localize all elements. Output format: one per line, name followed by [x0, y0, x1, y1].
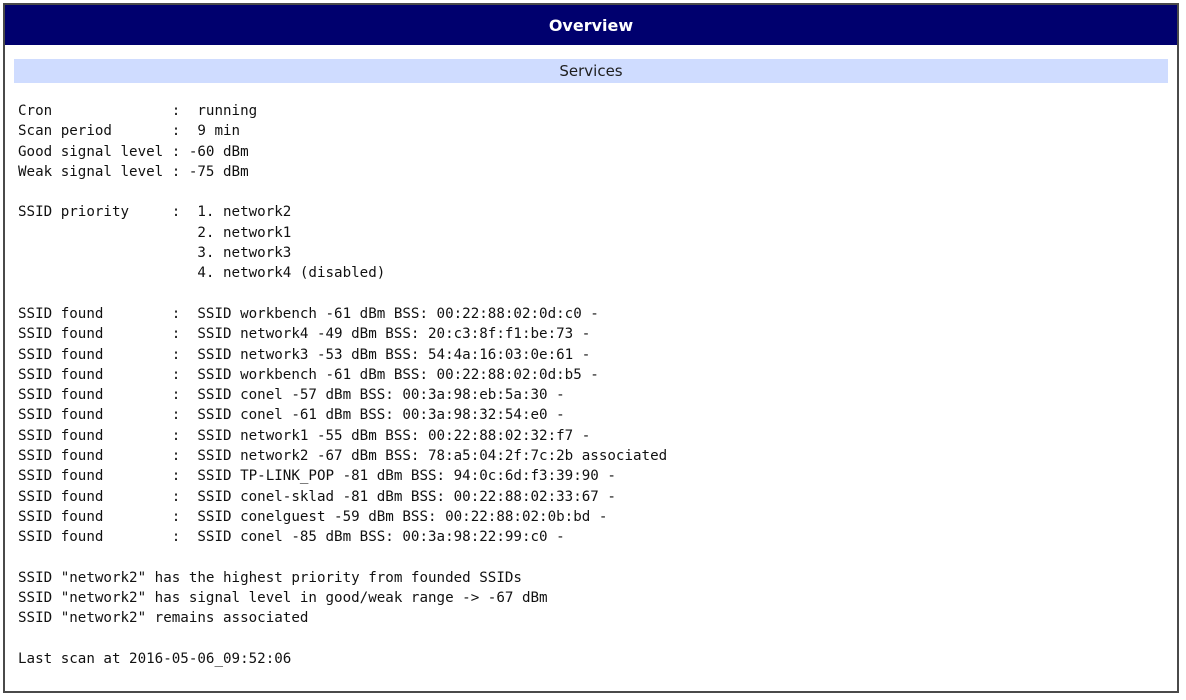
- log-line-cron: Cron : running: [18, 103, 258, 119]
- log-line-ssid-found: SSID found : SSID workbench -61 dBm BSS:…: [18, 366, 599, 383]
- log-line-ssid-found: SSID found : SSID conel -57 dBm BSS: 00:…: [18, 387, 565, 404]
- log-line-ssid-priority: 2. network1: [18, 224, 292, 241]
- window-title: Overview: [5, 5, 1177, 45]
- log-line-ssid-found: SSID found : SSID conel -61 dBm BSS: 00:…: [18, 407, 565, 424]
- log-line-summary: SSID "network2" remains associated: [18, 610, 309, 627]
- log-line-ssid-found: SSID found : SSID TP-LINK_POP -81 dBm BS…: [18, 468, 616, 485]
- log-line-ssid-priority: 4. network4 (disabled): [18, 265, 386, 282]
- log-line-good-signal: Good signal level : -60 dBm: [18, 143, 249, 160]
- status-log: Cron : running Scan period : 9 min Good …: [5, 83, 1177, 669]
- log-line-ssid-found: SSID found : SSID network4 -49 dBm BSS: …: [18, 326, 591, 343]
- log-line-ssid-priority: SSID priority : 1. network2: [18, 204, 292, 221]
- log-line-summary: SSID "network2" has signal level in good…: [18, 590, 548, 607]
- log-line-ssid-found: SSID found : SSID conelguest -59 dBm BSS…: [18, 508, 608, 525]
- log-line-ssid-found: SSID found : SSID conel-sklad -81 dBm BS…: [18, 488, 616, 505]
- log-line-weak-signal: Weak signal level : -75 dBm: [18, 163, 249, 180]
- log-line-ssid-found: SSID found : SSID network2 -67 dBm BSS: …: [18, 448, 668, 465]
- overview-window: Overview Services Cron : running Scan pe…: [3, 3, 1179, 693]
- log-line-summary: SSID "network2" has the highest priority…: [18, 569, 522, 586]
- log-line-last-scan: Last scan at 2016-05-06_09:52:06: [18, 651, 292, 668]
- log-line-ssid-found: SSID found : SSID workbench -61 dBm BSS:…: [18, 305, 599, 322]
- section-header-services: Services: [14, 59, 1168, 83]
- log-line-ssid-found: SSID found : SSID network3 -53 dBm BSS: …: [18, 346, 591, 363]
- log-line-ssid-found: SSID found : SSID network1 -55 dBm BSS: …: [18, 427, 591, 444]
- log-line-ssid-found: SSID found : SSID conel -85 dBm BSS: 00:…: [18, 529, 565, 546]
- log-line-ssid-priority: 3. network3: [18, 245, 292, 262]
- log-line-scan-period: Scan period : 9 min: [18, 123, 241, 140]
